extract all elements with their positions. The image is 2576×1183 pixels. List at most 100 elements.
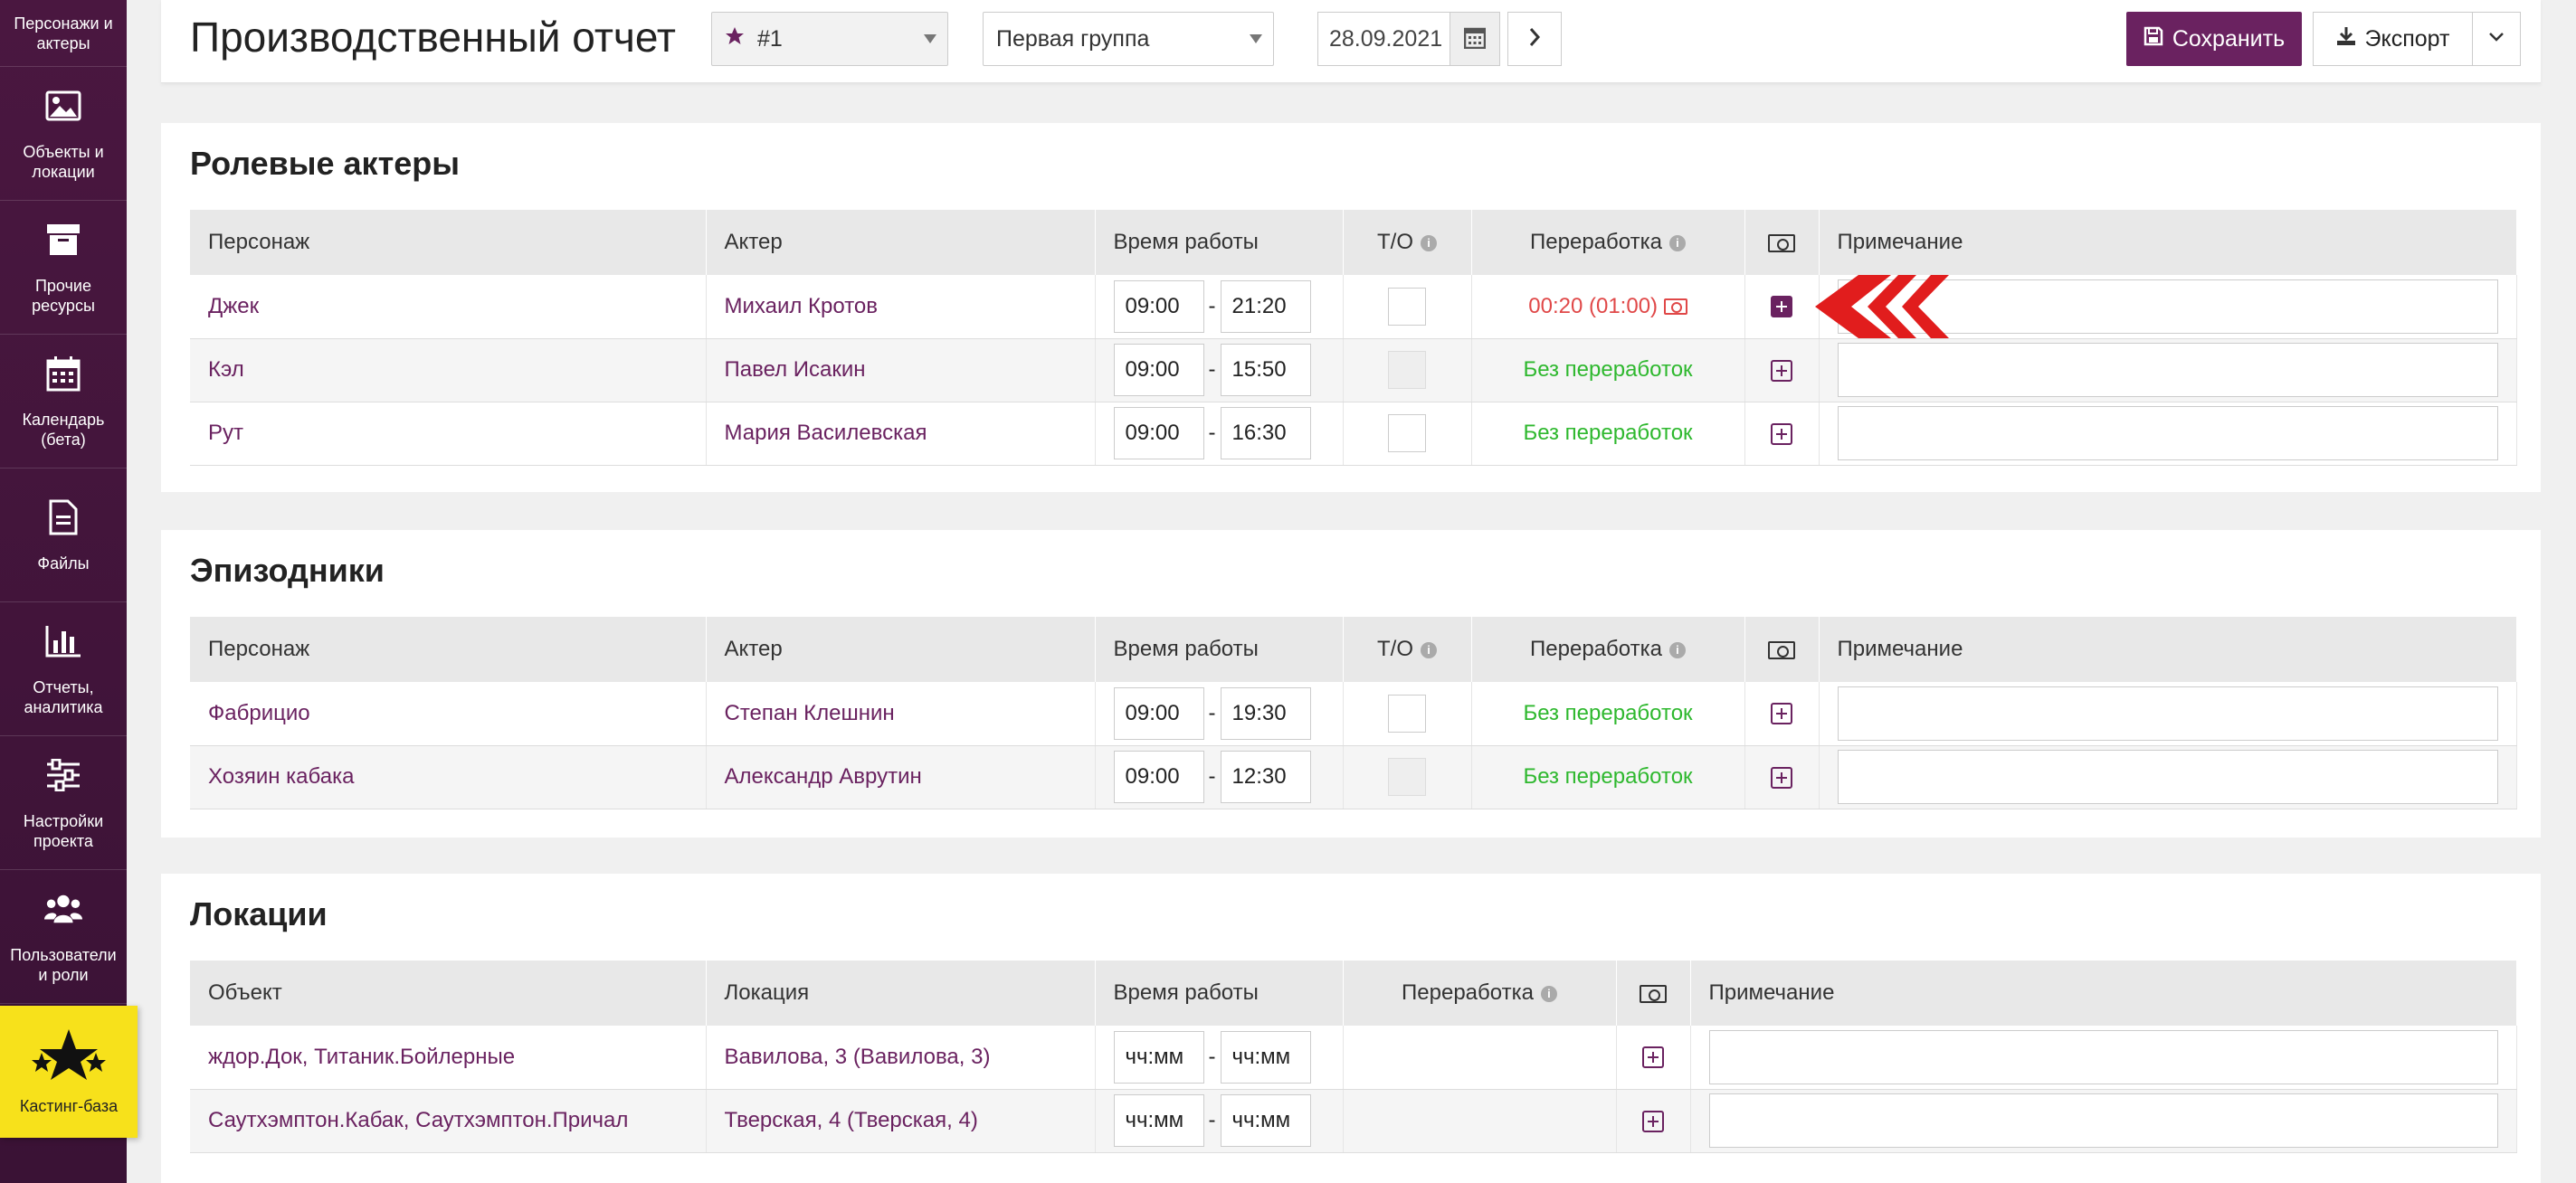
start-time-input[interactable]: 09:00 [1113,344,1204,396]
table-header-row: Объект Локация Время работы Переработка i… [190,961,2517,1026]
to-checkbox[interactable] [1388,287,1426,326]
report-select[interactable]: #1 [711,12,948,66]
end-time-input[interactable]: чч:мм [1220,1094,1311,1147]
sidebar-item-resources[interactable]: Прочие ресурсы [0,201,127,335]
sidebar-item-users[interactable]: Пользователи и роли [0,870,127,1004]
character-link[interactable]: Хозяин кабака [208,764,354,789]
add-payment-icon[interactable] [1771,359,1792,382]
sidebar-item-label: Персонажи и актеры [14,14,113,52]
start-time-input[interactable]: чч:мм [1113,1030,1204,1084]
table-header-row: Персонаж Актер Время работы Т/О i Перераб… [190,210,2517,275]
object-link[interactable]: Саутхэмптон.Кабак, Саутхэмптон.Причал [208,1108,628,1132]
overtime-cell [1343,1089,1617,1153]
character-link[interactable]: Фабрицио [208,701,310,725]
start-time-input[interactable]: 09:00 [1113,751,1204,803]
info-icon[interactable]: i [1668,641,1686,658]
actor-link[interactable]: Александр Аврутин [725,764,922,789]
group-select[interactable]: Первая группа [983,12,1274,66]
export-menu-toggle[interactable] [2472,12,2521,66]
to-checkbox[interactable] [1388,414,1426,452]
overtime-value: Без переработок [1523,700,1693,725]
info-icon[interactable]: i [1540,985,1557,1002]
save-button[interactable]: Сохранить [2126,12,2302,66]
stars-icon [31,1027,107,1084]
column-header: Локация [706,961,1096,1026]
table-row: Фабрицио Степан Клешнин 09:00-19:30 Без … [190,682,2517,746]
sliders-icon [43,755,83,795]
sidebar-item-objects[interactable]: Объекты и локации [0,67,127,201]
chevron-down-icon [2488,31,2505,47]
character-link[interactable]: Кэл [208,357,244,382]
info-icon[interactable]: i [1421,234,1437,251]
character-link[interactable]: Джек [208,294,259,318]
export-label: Экспорт [2364,25,2450,52]
add-payment-icon[interactable] [1771,703,1792,725]
note-input[interactable] [1708,1093,2498,1148]
add-payment-icon[interactable] [1771,422,1792,445]
sidebar-item-label: Отчеты, аналитика [24,677,103,716]
extras-table: Персонаж Актер Время работы Т/О i Перераб… [190,617,2517,809]
info-icon[interactable]: i [1668,234,1686,251]
column-header-payment [1744,210,1820,275]
note-input[interactable] [1837,750,2498,804]
character-link[interactable]: Рут [208,421,243,445]
add-payment-icon[interactable] [1771,766,1792,789]
calendar-icon [1463,25,1487,53]
next-date-button[interactable] [1507,12,1562,66]
start-time-input[interactable]: 09:00 [1113,686,1204,740]
column-header-overtime: Переработка i [1471,617,1745,682]
actor-link[interactable]: Михаил Кротов [725,294,879,318]
time-separator: - [1208,1108,1216,1132]
add-payment-icon[interactable] [1642,1110,1664,1132]
group-select-value: Первая группа [996,25,1150,52]
actor-link[interactable]: Мария Василевская [725,421,927,445]
note-input[interactable] [1837,406,2498,460]
column-header: Время работы [1095,617,1344,682]
note-input[interactable] [1837,686,2498,741]
sidebar-item-label: Пользователи и роли [10,945,117,984]
end-time-input[interactable]: чч:мм [1220,1030,1311,1084]
start-time-input[interactable]: 09:00 [1113,279,1204,333]
archive-icon [43,220,83,260]
location-link[interactable]: Вавилова, 3 (Вавилова, 3) [725,1045,991,1069]
actor-link[interactable]: Павел Исакин [725,357,866,382]
users-icon [43,889,83,929]
sidebar-item-settings[interactable]: Настройки проекта [0,736,127,870]
end-time-input[interactable]: 19:30 [1220,686,1311,740]
calendar-button[interactable] [1450,12,1500,66]
info-icon[interactable]: i [1421,641,1437,658]
start-time-input[interactable]: чч:мм [1113,1094,1204,1147]
export-button[interactable]: Экспорт [2313,12,2472,66]
add-payment-icon[interactable] [1771,296,1792,318]
add-payment-icon[interactable] [1642,1046,1664,1069]
actor-link[interactable]: Степан Клешнин [725,701,895,725]
end-time-input[interactable]: 21:20 [1220,279,1311,333]
end-time-input[interactable]: 12:30 [1220,751,1311,803]
time-separator: - [1208,764,1216,789]
column-header-payment [1744,617,1820,682]
start-time-input[interactable]: 09:00 [1113,407,1204,459]
date-input[interactable]: 28.09.2021 [1317,12,1451,66]
sidebar-item-files[interactable]: Файлы [0,468,127,602]
to-checkbox[interactable] [1388,694,1426,733]
note-input[interactable] [1837,343,2498,397]
column-header: Примечание [1819,210,2517,275]
end-time-input[interactable]: 15:50 [1220,344,1311,396]
red-arrow-annotation [1815,275,1949,338]
end-time-input[interactable]: 16:30 [1220,407,1311,459]
sidebar-item-calendar[interactable]: Календарь (бета) [0,335,127,468]
time-separator: - [1208,421,1216,445]
sidebar-item-characters[interactable]: Персонажи и актеры [0,0,127,67]
object-link[interactable]: ждор.Док, Титаник.Бойлерные [208,1045,515,1069]
report-header: Производственный отчет #1 Первая группа … [161,0,2541,83]
section-title: Локации [190,895,328,932]
note-input[interactable] [1708,1029,2498,1084]
sidebar-item-reports[interactable]: Отчеты, аналитика [0,602,127,736]
column-header: Актер [706,617,1096,682]
location-link[interactable]: Тверская, 4 (Тверская, 4) [725,1108,978,1132]
time-separator: - [1208,700,1216,725]
sidebar-item-casting[interactable]: Кастинг-база [0,1006,138,1138]
download-icon [2336,26,2356,52]
sidebar-item-label: Кастинг-база [19,1097,119,1115]
image-icon [43,86,83,126]
